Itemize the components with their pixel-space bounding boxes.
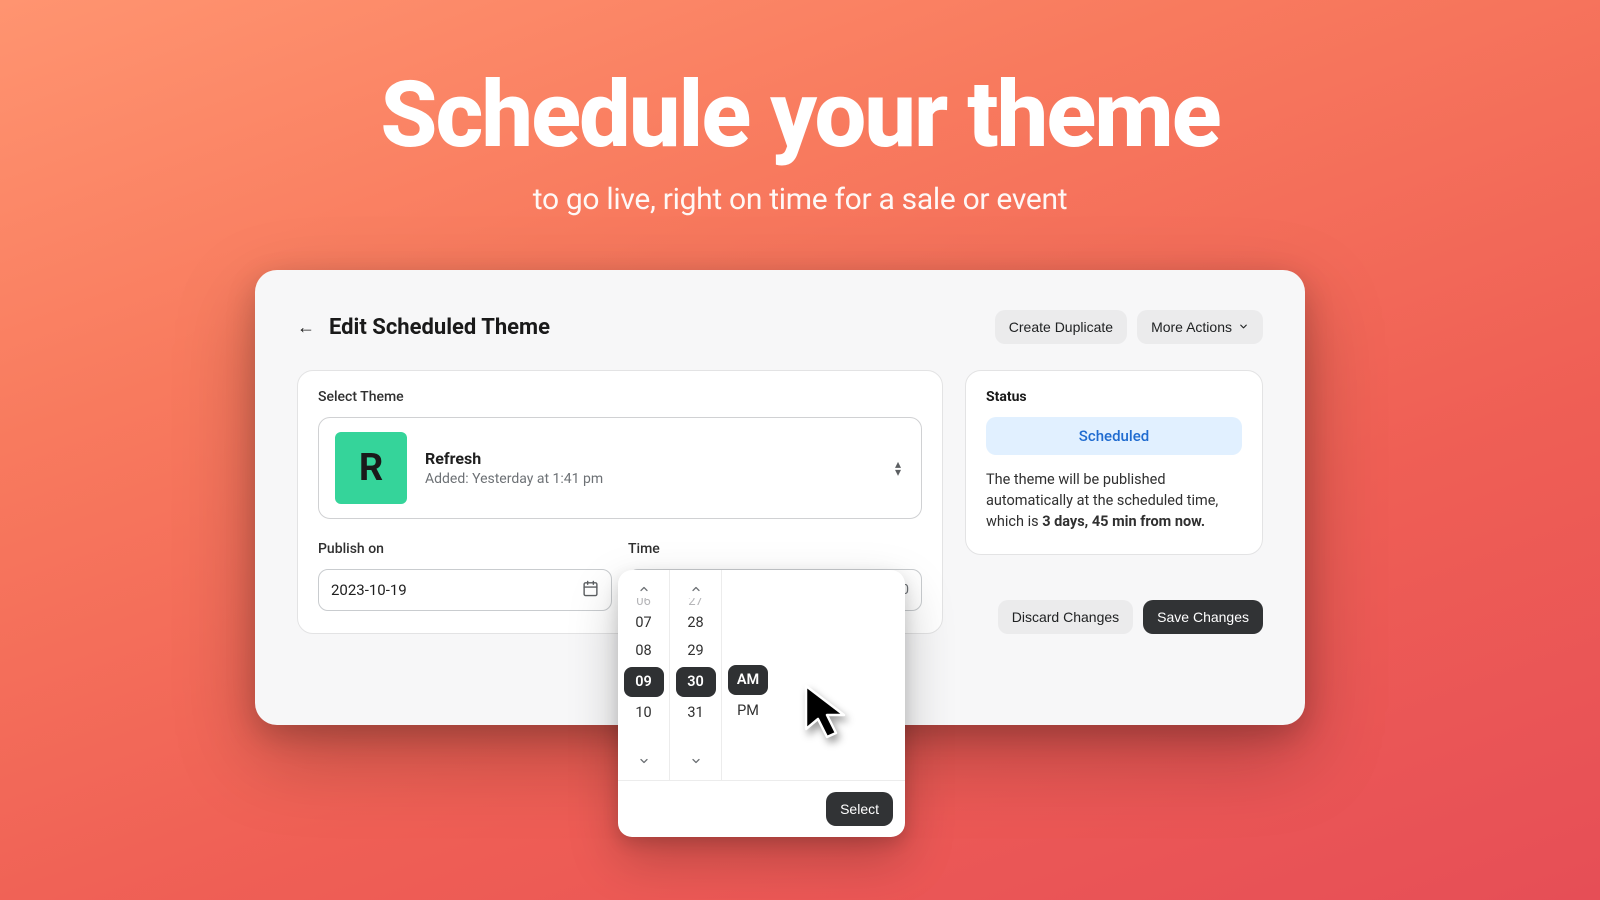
minute-option-selected[interactable]: 30 xyxy=(676,667,716,697)
theme-thumb-letter: R xyxy=(359,446,383,490)
hours-down-icon[interactable] xyxy=(638,752,650,770)
status-description: The theme will be published automaticall… xyxy=(986,469,1242,532)
theme-added: Added: Yesterday at 1:41 pm xyxy=(425,471,905,487)
sort-icon: ▴▾ xyxy=(895,460,901,476)
status-badge-text: Scheduled xyxy=(1079,427,1149,445)
publish-date-input[interactable]: 2023-10-19 xyxy=(318,569,612,611)
publish-on-label: Publish on xyxy=(318,541,612,557)
theme-selector[interactable]: R Refresh Added: Yesterday at 1:41 pm ▴▾ xyxy=(318,417,922,519)
minutes-down-icon[interactable] xyxy=(690,752,702,770)
page-title: Edit Scheduled Theme xyxy=(329,315,550,340)
hero: Schedule your theme to go live, right on… xyxy=(0,70,1600,217)
minute-option[interactable]: 31 xyxy=(676,699,716,727)
hour-option[interactable]: 07 xyxy=(624,609,664,637)
time-label: Time xyxy=(628,541,922,557)
footer-actions: Discard Changes Save Changes xyxy=(998,600,1263,634)
minute-option[interactable]: 27 xyxy=(676,598,716,609)
theme-thumbnail: R xyxy=(335,432,407,504)
time-picker-ampm[interactable]: AM PM xyxy=(722,570,774,780)
time-picker-hours[interactable]: 06 07 08 09 10 xyxy=(618,570,670,780)
ampm-option-selected[interactable]: AM xyxy=(728,665,768,695)
calendar-icon xyxy=(582,580,599,601)
select-label: Select xyxy=(840,801,879,817)
publish-date-value: 2023-10-19 xyxy=(331,581,407,599)
hour-option-selected[interactable]: 09 xyxy=(624,667,664,697)
minutes-up-icon[interactable] xyxy=(690,580,702,598)
create-duplicate-button[interactable]: Create Duplicate xyxy=(995,310,1127,344)
hours-up-icon[interactable] xyxy=(638,580,650,598)
discard-label: Discard Changes xyxy=(1012,609,1119,625)
theme-name: Refresh xyxy=(425,449,905,468)
more-actions-button[interactable]: More Actions xyxy=(1137,310,1263,344)
save-changes-button[interactable]: Save Changes xyxy=(1143,600,1263,634)
hour-option[interactable]: 08 xyxy=(624,637,664,665)
status-badge: Scheduled xyxy=(986,417,1242,455)
minute-option[interactable]: 29 xyxy=(676,637,716,665)
time-picker-popover: 06 07 08 09 10 27 28 29 30 31 xyxy=(618,570,905,837)
save-label: Save Changes xyxy=(1157,609,1249,625)
time-picker-minutes[interactable]: 27 28 29 30 31 xyxy=(670,570,722,780)
status-text-bold: 3 days, 45 min from now. xyxy=(1042,513,1205,530)
hero-subtitle: to go live, right on time for a sale or … xyxy=(0,182,1600,217)
more-actions-label: More Actions xyxy=(1151,319,1232,335)
status-label: Status xyxy=(986,389,1242,405)
panel-header: ← Edit Scheduled Theme Create Duplicate … xyxy=(297,310,1263,344)
status-card: Status Scheduled The theme will be publi… xyxy=(965,370,1263,555)
create-duplicate-label: Create Duplicate xyxy=(1009,319,1113,335)
hour-option[interactable]: 06 xyxy=(624,598,664,609)
ampm-option[interactable]: PM xyxy=(728,697,768,725)
select-theme-label: Select Theme xyxy=(318,389,922,405)
hour-option[interactable]: 10 xyxy=(624,699,664,727)
minute-option[interactable]: 28 xyxy=(676,609,716,637)
chevron-down-icon xyxy=(1238,319,1249,335)
back-arrow-icon[interactable]: ← xyxy=(297,317,315,338)
hero-title: Schedule your theme xyxy=(0,70,1600,162)
time-picker-select-button[interactable]: Select xyxy=(826,792,893,826)
discard-changes-button[interactable]: Discard Changes xyxy=(998,600,1133,634)
cursor-icon xyxy=(802,683,860,749)
